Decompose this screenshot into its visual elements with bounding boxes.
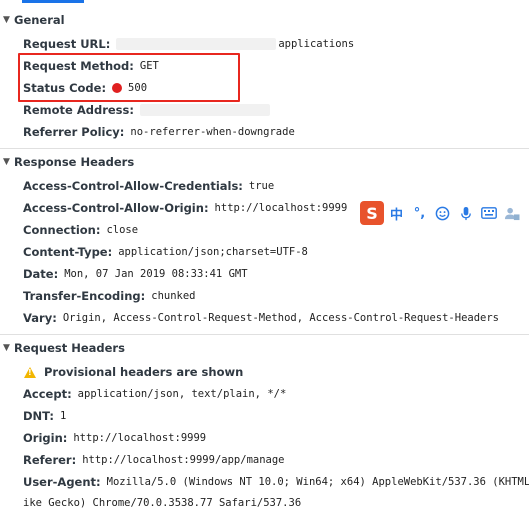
header-row: Content-Type: application/json;charset=U… bbox=[23, 242, 308, 262]
header-row: Origin: http://localhost:9999 bbox=[23, 428, 206, 448]
header-row-continuation: ike Gecko) Chrome/70.0.3538.77 Safari/53… bbox=[23, 493, 301, 513]
header-value: application/json, text/plain, */* bbox=[77, 388, 287, 400]
header-key: User-Agent: bbox=[23, 475, 101, 489]
header-value: chunked bbox=[151, 290, 196, 302]
header-row: Referer: http://localhost:9999/app/manag… bbox=[23, 450, 285, 470]
ime-emoji-icon[interactable] bbox=[432, 202, 453, 224]
header-key: Origin: bbox=[23, 431, 68, 445]
header-row: Date: Mon, 07 Jan 2019 08:33:41 GMT bbox=[23, 264, 248, 284]
header-value: Origin, Access-Control-Request-Method, A… bbox=[62, 312, 499, 324]
header-row: User-Agent: Mozilla/5.0 (Windows NT 10.0… bbox=[23, 472, 529, 492]
response-headers-title: Response Headers bbox=[14, 155, 135, 169]
ime-microphone-icon[interactable] bbox=[455, 202, 476, 224]
header-key: Content-Type: bbox=[23, 245, 113, 259]
header-key: Accept: bbox=[23, 387, 72, 401]
redacted-address bbox=[139, 104, 270, 116]
section-divider bbox=[0, 148, 529, 149]
collapse-triangle-icon: ▼ bbox=[3, 343, 10, 353]
header-key: Connection: bbox=[23, 223, 101, 237]
header-value: http://localhost:9999 bbox=[214, 202, 348, 214]
header-row: Transfer-Encoding: chunked bbox=[23, 286, 196, 306]
request-url-row: Request URL: applications bbox=[23, 34, 354, 54]
response-headers-section-header[interactable]: ▼ Response Headers bbox=[0, 151, 529, 173]
ime-logo-icon[interactable]: S bbox=[360, 201, 384, 225]
request-headers-section-header[interactable]: ▼ Request Headers bbox=[0, 337, 529, 359]
header-value: Mozilla/5.0 (Windows NT 10.0; Win64; x64… bbox=[106, 476, 529, 488]
header-row: Vary: Origin, Access-Control-Request-Met… bbox=[23, 308, 499, 328]
header-value: 1 bbox=[60, 410, 67, 422]
header-key: Referer: bbox=[23, 453, 77, 467]
header-key: Access-Control-Allow-Credentials: bbox=[23, 179, 243, 193]
header-value: ike Gecko) Chrome/70.0.3538.77 Safari/53… bbox=[23, 497, 302, 509]
redacted-url bbox=[116, 38, 277, 50]
request-url-value: applications bbox=[278, 38, 355, 50]
header-row: Access-Control-Allow-Credentials: true bbox=[23, 176, 274, 196]
header-row: Connection: close bbox=[23, 220, 138, 240]
ime-language-button[interactable]: 中 bbox=[386, 202, 407, 224]
ime-keyboard-icon[interactable] bbox=[478, 202, 499, 224]
header-value: Mon, 07 Jan 2019 08:33:41 GMT bbox=[64, 268, 248, 280]
collapse-triangle-icon: ▼ bbox=[3, 157, 10, 167]
header-row: DNT: 1 bbox=[23, 406, 66, 426]
header-key: Date: bbox=[23, 267, 59, 281]
header-key: Access-Control-Allow-Origin: bbox=[23, 201, 209, 215]
referrer-policy-label: Referrer Policy: bbox=[23, 125, 125, 139]
ime-user-icon[interactable] bbox=[501, 202, 522, 224]
general-section-header[interactable]: ▼ General bbox=[0, 9, 529, 31]
request-headers-title: Request Headers bbox=[14, 341, 125, 355]
header-value: true bbox=[248, 180, 275, 192]
section-divider bbox=[0, 334, 529, 335]
header-value: close bbox=[106, 224, 139, 236]
referrer-policy-value: no-referrer-when-downgrade bbox=[130, 126, 295, 138]
header-key: Vary: bbox=[23, 311, 57, 325]
header-row: Access-Control-Allow-Origin: http://loca… bbox=[23, 198, 347, 218]
highlight-box bbox=[18, 53, 240, 102]
header-key: DNT: bbox=[23, 409, 54, 423]
referrer-policy-row: Referrer Policy: no-referrer-when-downgr… bbox=[23, 122, 295, 142]
active-tab-indicator bbox=[22, 0, 84, 3]
warning-icon bbox=[24, 366, 36, 378]
header-key: Transfer-Encoding: bbox=[23, 289, 146, 303]
collapse-triangle-icon: ▼ bbox=[3, 15, 10, 25]
remote-address-row: Remote Address: bbox=[23, 100, 270, 120]
ime-toolbar[interactable]: S 中 °, bbox=[360, 201, 529, 225]
header-value: http://localhost:9999 bbox=[73, 432, 207, 444]
ime-more-icon[interactable] bbox=[524, 202, 529, 224]
provisional-notice: Provisional headers are shown bbox=[44, 365, 244, 379]
provisional-notice-row: Provisional headers are shown bbox=[23, 362, 249, 382]
header-row: Accept: application/json, text/plain, */… bbox=[23, 384, 286, 404]
general-title: General bbox=[14, 13, 65, 27]
remote-address-label: Remote Address: bbox=[23, 103, 134, 117]
request-url-label: Request URL: bbox=[23, 37, 111, 51]
ime-punctuation-button[interactable]: °, bbox=[409, 202, 430, 224]
header-value: application/json;charset=UTF-8 bbox=[118, 246, 308, 258]
header-value: http://localhost:9999/app/manage bbox=[82, 454, 285, 466]
